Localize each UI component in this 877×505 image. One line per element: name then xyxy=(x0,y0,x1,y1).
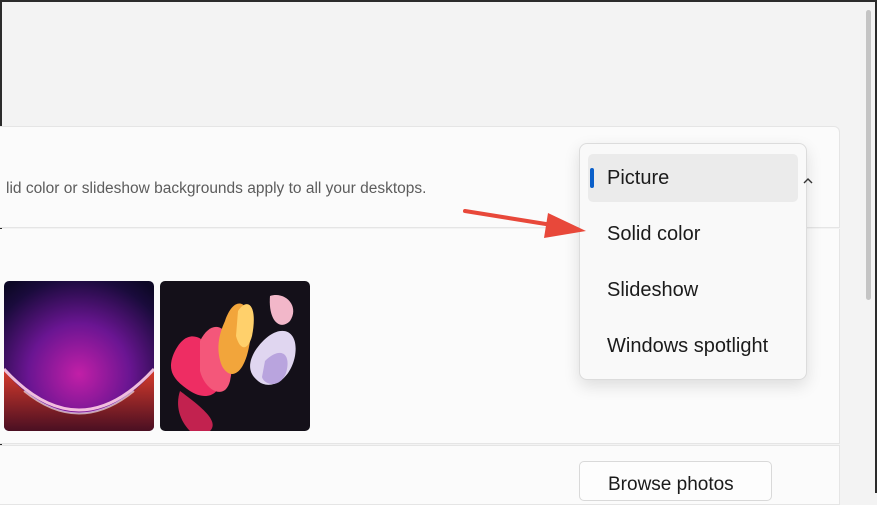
browse-photos-button[interactable]: Browse photos xyxy=(579,461,772,501)
background-description: lid color or slideshow backgrounds apply… xyxy=(6,180,427,197)
chevron-up-icon xyxy=(803,174,813,188)
red-arrow-annotation xyxy=(460,200,590,250)
option-picture[interactable]: Picture xyxy=(588,154,798,202)
selection-indicator xyxy=(590,168,594,188)
recent-image-bloom[interactable] xyxy=(4,281,154,431)
background-type-dropdown[interactable]: Picture Solid color Slideshow Windows sp… xyxy=(579,143,807,380)
option-label: Solid color xyxy=(607,223,701,245)
option-label: Picture xyxy=(607,167,670,189)
option-label: Windows spotlight xyxy=(607,335,769,357)
option-slideshow[interactable]: Slideshow xyxy=(588,266,798,314)
recent-image-flow[interactable] xyxy=(160,281,310,431)
scrollbar-thumb[interactable] xyxy=(866,10,871,300)
option-label: Slideshow xyxy=(607,279,699,301)
option-windows-spotlight[interactable]: Windows spotlight xyxy=(588,322,798,370)
option-solid-color[interactable]: Solid color xyxy=(588,210,798,258)
